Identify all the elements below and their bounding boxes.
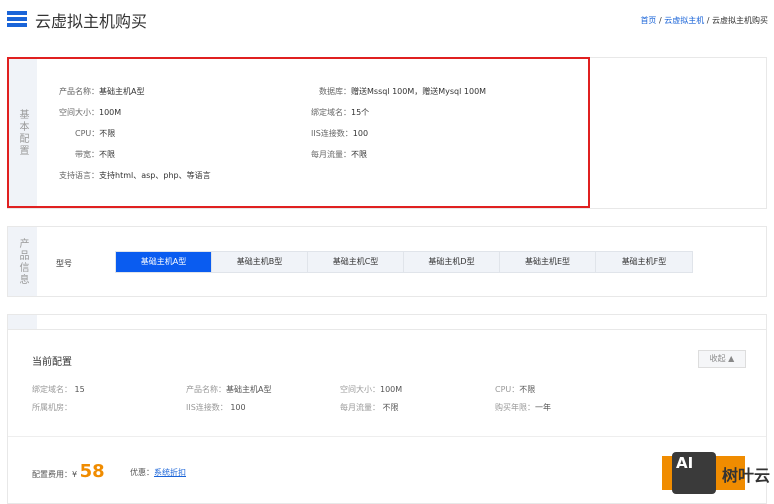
page-title: 云虚拟主机购买 — [35, 12, 148, 31]
page-header: 云虚拟主机购买 首页 / 云虚拟主机 / 云虚拟主机购买 — [0, 0, 774, 40]
collapse-button[interactable]: 收起 ▲ — [698, 350, 746, 368]
basic-config-label: 基本配置 — [8, 58, 37, 208]
spec-cpu: CPU：不限 — [75, 129, 116, 138]
tab-model-f[interactable]: 基础主机F型 — [596, 252, 692, 272]
spec-database: 数据库：赠送Mssql 100M，赠送Mysql 100M — [319, 87, 487, 96]
tab-model-c[interactable]: 基础主机C型 — [308, 252, 404, 272]
cfg-product-name: 产品名称：基础主机A型 — [186, 385, 272, 394]
config-fee: 配置费用：¥ 58 — [32, 461, 105, 482]
cfg-cpu: CPU：不限 — [495, 385, 536, 394]
model-tabs: 基础主机A型 基础主机B型 基础主机C型 基础主机D型 基础主机E型 基础主机F… — [115, 251, 693, 273]
discount: 优惠：系统折扣 — [130, 468, 186, 477]
breadcrumb-current: 云虚拟主机购买 — [712, 16, 768, 25]
breadcrumb: 首页 / 云虚拟主机 / 云虚拟主机购买 — [640, 16, 768, 25]
watermark-logo: AI 树叶云 — [672, 452, 774, 498]
spec-bandwidth: 带宽：不限 — [75, 150, 115, 159]
tab-model-b[interactable]: 基础主机B型 — [212, 252, 308, 272]
cfg-datacenter: 所属机房： — [32, 403, 72, 412]
product-info-panel: 产品信息 型号 基础主机A型 基础主机B型 基础主机C型 基础主机D型 基础主机… — [7, 226, 767, 297]
basic-config-panel: 基本配置 产品名称：基础主机A型 数据库：赠送Mssql 100M，赠送Mysq… — [7, 57, 767, 209]
spec-traffic: 每月流量：不限 — [311, 150, 367, 159]
divider — [8, 329, 766, 330]
breadcrumb-home[interactable]: 首页 — [640, 16, 656, 25]
tab-model-d[interactable]: 基础主机D型 — [404, 252, 500, 272]
watermark-text: 树叶云 — [722, 466, 771, 485]
spec-iis: IIS连接数：100 — [311, 129, 369, 138]
model-label: 型号 — [56, 259, 72, 268]
product-info-label: 产品信息 — [8, 227, 37, 296]
panel-strip — [8, 315, 37, 329]
divider — [8, 436, 766, 437]
server-list-icon — [7, 11, 27, 27]
breadcrumb-vhost[interactable]: 云虚拟主机 — [664, 16, 704, 25]
spec-languages: 支持语言：支持html、asp、php、等语言 — [59, 171, 211, 180]
tab-model-a[interactable]: 基础主机A型 — [116, 252, 212, 272]
current-config-panel: 当前配置 收起 ▲ 绑定域名： 15 产品名称：基础主机A型 空间大小：100M… — [7, 314, 767, 504]
cfg-domains: 绑定域名： 15 — [32, 385, 85, 394]
spec-product-name: 产品名称：基础主机A型 — [59, 87, 145, 96]
cfg-traffic: 每月流量： 不限 — [340, 403, 399, 412]
spec-domains: 绑定域名：15个 — [311, 108, 370, 117]
tab-model-e[interactable]: 基础主机E型 — [500, 252, 596, 272]
current-config-title: 当前配置 — [32, 357, 72, 368]
discount-link[interactable]: 系统折扣 — [154, 468, 186, 477]
cfg-years: 购买年限：一年 — [495, 403, 551, 412]
spec-space: 空间大小：100M — [59, 108, 122, 117]
cfg-iis: IIS连接数： 100 — [186, 403, 246, 412]
watermark-icon: AI — [672, 452, 716, 494]
cfg-space: 空间大小：100M — [340, 385, 403, 394]
price-value: 58 — [79, 461, 105, 482]
